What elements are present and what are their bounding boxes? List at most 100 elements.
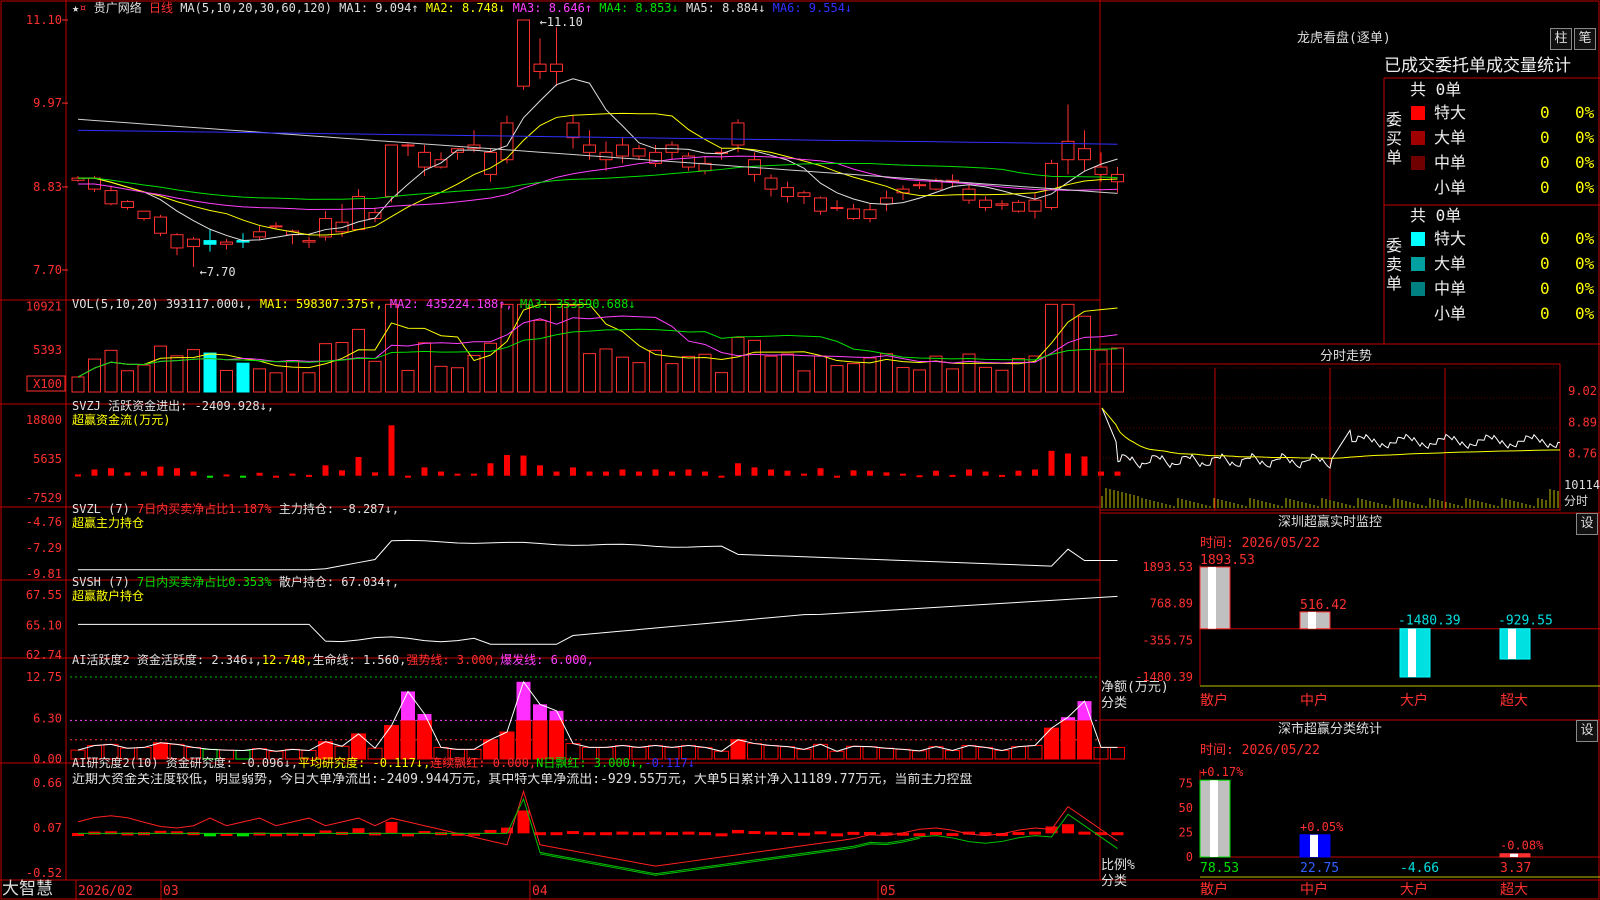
candle[interactable] bbox=[764, 177, 778, 190]
ai2-bar[interactable] bbox=[666, 832, 678, 836]
vol-bar[interactable] bbox=[1111, 347, 1124, 393]
candle[interactable] bbox=[220, 241, 233, 245]
ai1-bar[interactable] bbox=[780, 746, 795, 760]
candle[interactable] bbox=[599, 151, 613, 161]
svzj-bar[interactable] bbox=[867, 470, 873, 476]
candle[interactable] bbox=[781, 187, 794, 197]
svzj-bar[interactable] bbox=[537, 465, 543, 476]
ai2-bar[interactable] bbox=[616, 831, 629, 835]
ai2-bar[interactable] bbox=[682, 831, 695, 835]
candle[interactable] bbox=[187, 238, 200, 247]
candle[interactable] bbox=[154, 216, 167, 234]
ai2-bar[interactable] bbox=[798, 832, 810, 836]
candle[interactable] bbox=[847, 208, 860, 220]
ai1-bar[interactable] bbox=[400, 719, 416, 760]
svzj-bar[interactable] bbox=[702, 471, 708, 476]
candle[interactable] bbox=[401, 144, 415, 147]
ai2-bar[interactable] bbox=[1029, 831, 1041, 835]
candle[interactable] bbox=[335, 221, 349, 233]
ai2-bar[interactable] bbox=[567, 831, 579, 835]
candle[interactable] bbox=[880, 197, 893, 205]
ai1-bar[interactable] bbox=[879, 747, 894, 760]
candle[interactable] bbox=[1012, 201, 1025, 212]
sz-class-settings-button[interactable]: 设 bbox=[1576, 720, 1598, 742]
vol-bar[interactable] bbox=[401, 369, 415, 393]
svzj-bar[interactable] bbox=[339, 470, 345, 476]
ai1-bar[interactable] bbox=[384, 725, 399, 760]
svzj-bar[interactable] bbox=[1114, 471, 1121, 476]
vol-bar[interactable] bbox=[682, 355, 695, 393]
candle[interactable] bbox=[121, 201, 134, 208]
svzj-bar[interactable] bbox=[933, 470, 939, 476]
vol-bar[interactable] bbox=[104, 349, 118, 393]
ai2-bar[interactable] bbox=[550, 832, 563, 836]
vol-bar[interactable] bbox=[352, 328, 365, 393]
ai2-bar[interactable] bbox=[913, 833, 926, 837]
ai1-bar[interactable] bbox=[862, 746, 878, 760]
ai2-bar[interactable] bbox=[765, 831, 777, 835]
svzj-bar[interactable] bbox=[1098, 471, 1104, 476]
vol-bar[interactable] bbox=[71, 376, 85, 393]
ai1-bar[interactable] bbox=[945, 750, 960, 760]
svzj-bar[interactable] bbox=[421, 467, 428, 476]
ai2-bar[interactable] bbox=[946, 833, 959, 837]
svzj-bar[interactable] bbox=[850, 470, 857, 476]
svzj-bar[interactable] bbox=[454, 473, 461, 476]
ai1-bar[interactable] bbox=[499, 731, 515, 760]
candle[interactable] bbox=[995, 203, 1009, 206]
ai1-bar[interactable] bbox=[1093, 746, 1109, 760]
vol-bar[interactable] bbox=[154, 345, 167, 393]
candle[interactable] bbox=[550, 63, 563, 72]
svzj-bar[interactable] bbox=[570, 467, 576, 476]
svzj-bar[interactable] bbox=[949, 474, 956, 477]
svzj-bar[interactable] bbox=[619, 469, 626, 476]
ai1-bar[interactable] bbox=[763, 744, 779, 760]
bar-view-button[interactable]: 柱 bbox=[1550, 28, 1572, 50]
candle[interactable] bbox=[137, 210, 151, 220]
tab-filled[interactable]: 已成交 bbox=[1384, 56, 1435, 76]
ai1-bar[interactable] bbox=[516, 719, 531, 760]
svzj-bar[interactable] bbox=[91, 469, 98, 476]
ai1-bar-top[interactable] bbox=[549, 710, 564, 721]
ai1-bar[interactable] bbox=[978, 746, 993, 760]
svzj-bar[interactable] bbox=[157, 466, 164, 476]
vol-bar[interactable] bbox=[797, 370, 811, 393]
svzj-bar[interactable] bbox=[240, 475, 246, 478]
candle[interactable] bbox=[616, 144, 629, 157]
candle[interactable] bbox=[104, 190, 118, 205]
vol-bar[interactable] bbox=[649, 349, 662, 393]
candle[interactable] bbox=[1028, 199, 1042, 212]
vol-bar[interactable] bbox=[632, 362, 646, 393]
svzj-bar[interactable] bbox=[883, 472, 890, 476]
vol-bar[interactable] bbox=[1061, 303, 1075, 393]
candle[interactable] bbox=[632, 148, 646, 157]
svzj-bar[interactable] bbox=[108, 468, 114, 476]
ai2-bar[interactable] bbox=[1045, 826, 1058, 834]
candle[interactable] bbox=[352, 195, 365, 231]
tick-view-button[interactable]: 笔 bbox=[1574, 28, 1596, 50]
ai2-bar[interactable] bbox=[352, 828, 365, 834]
svzj-bar[interactable] bbox=[1081, 456, 1088, 476]
ai1-bar[interactable] bbox=[829, 750, 845, 760]
svzj-bar[interactable] bbox=[388, 425, 395, 476]
vol-bar[interactable] bbox=[962, 353, 976, 393]
candle[interactable] bbox=[517, 19, 530, 87]
svzj-bar[interactable] bbox=[735, 463, 741, 476]
ai2-bar[interactable] bbox=[748, 831, 761, 835]
vol-bar[interactable] bbox=[715, 372, 728, 393]
vol-bar[interactable] bbox=[583, 353, 596, 393]
candle[interactable] bbox=[253, 231, 266, 238]
stock-name[interactable]: 贵广网络 bbox=[94, 1, 142, 15]
vol-bar[interactable] bbox=[434, 365, 448, 393]
ai2-bar[interactable] bbox=[1111, 832, 1124, 836]
vol-bar[interactable] bbox=[220, 369, 233, 393]
ai1-bar[interactable] bbox=[532, 719, 548, 760]
ai2-bar[interactable] bbox=[715, 833, 728, 837]
svzj-bar[interactable] bbox=[834, 475, 840, 478]
svzj-bar[interactable] bbox=[900, 473, 906, 476]
svzj-bar[interactable] bbox=[520, 455, 527, 476]
svzj-bar[interactable] bbox=[718, 475, 725, 478]
ai1-bar[interactable] bbox=[895, 748, 911, 760]
vol-bar[interactable] bbox=[731, 336, 745, 393]
svzj-bar[interactable] bbox=[306, 474, 312, 477]
